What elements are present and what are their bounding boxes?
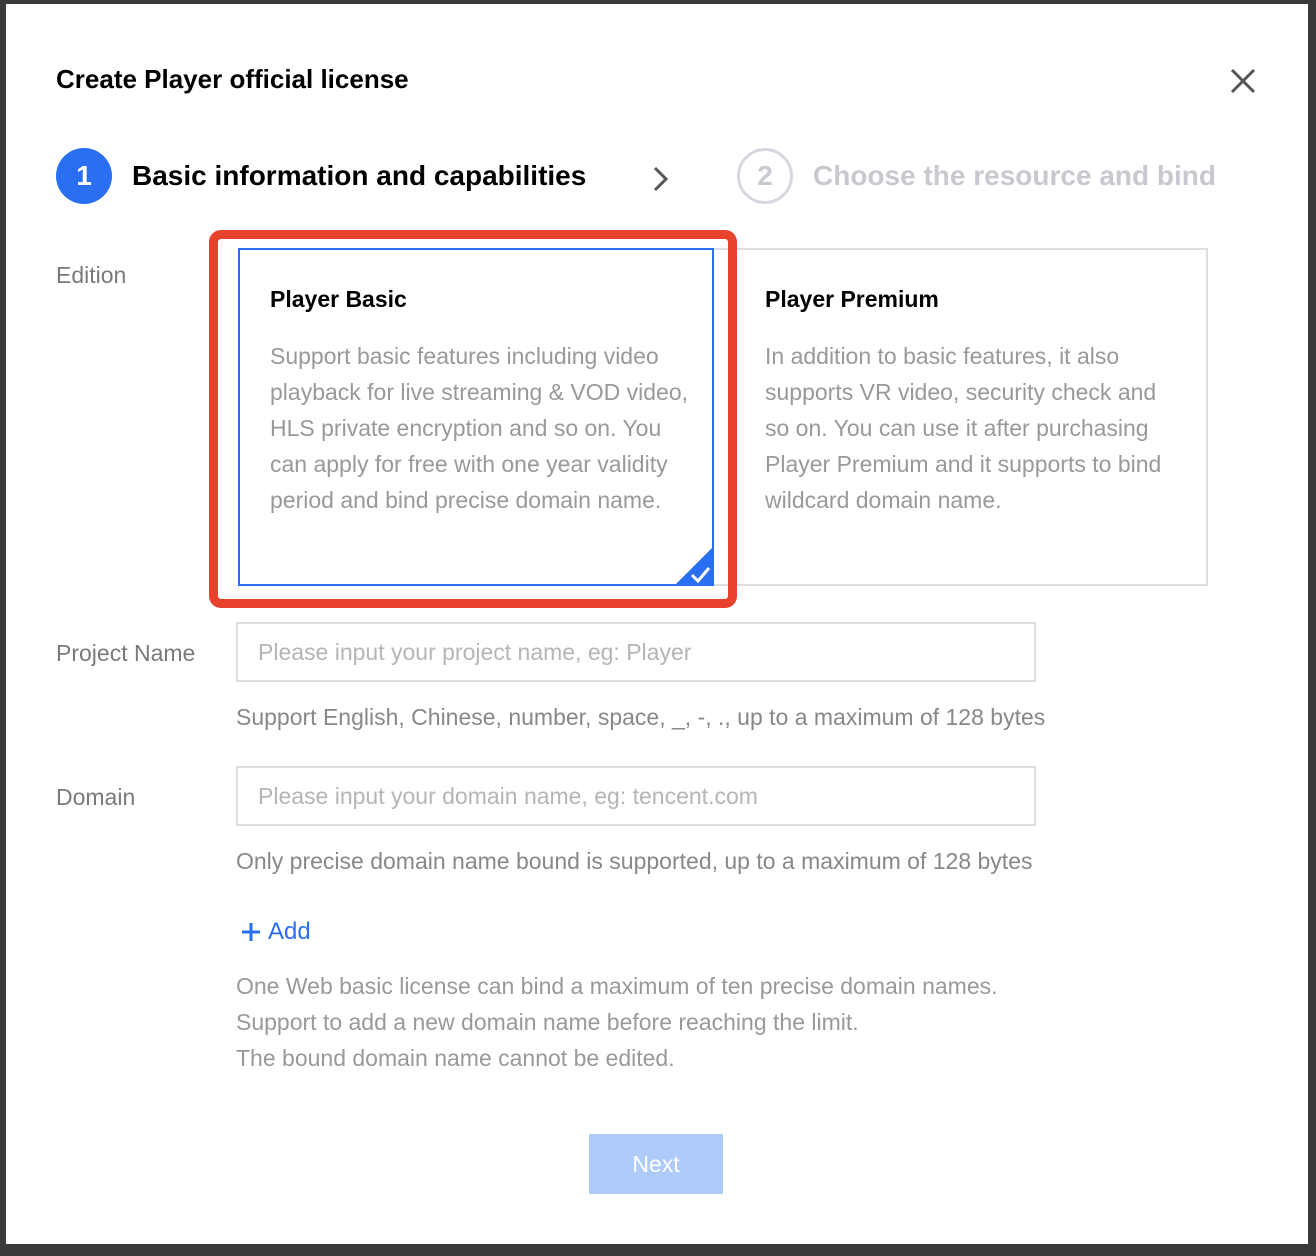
selected-check-icon <box>674 546 714 586</box>
domain-hint: Only precise domain name bound is suppor… <box>236 848 1033 874</box>
add-domain-button[interactable]: Add <box>240 918 311 946</box>
plus-icon <box>242 923 260 941</box>
edition-card-title: Player Premium <box>765 286 939 312</box>
next-button[interactable]: Next <box>589 1134 723 1194</box>
add-domain-label: Add <box>268 918 311 945</box>
step-2-label: Choose the resource and bind <box>813 160 1216 191</box>
project-name-hint: Support English, Chinese, number, space,… <box>236 704 1046 730</box>
edition-label: Edition <box>56 262 127 288</box>
close-icon[interactable] <box>1228 66 1258 96</box>
step-1-number: 1 <box>56 148 112 204</box>
domain-note: Support to add a new domain name before … <box>236 1009 859 1035</box>
project-name-label: Project Name <box>56 640 196 666</box>
domain-note: The bound domain name cannot be edited. <box>236 1045 675 1071</box>
domain-notes: One Web basic license can bind a maximum… <box>236 968 998 1076</box>
edition-card-description: Support basic features including video p… <box>270 343 689 513</box>
domain-label: Domain <box>56 784 136 810</box>
license-dialog: Create Player official license 1 Basic i… <box>6 4 1308 1244</box>
chevron-right-icon <box>653 166 669 192</box>
domain-note: One Web basic license can bind a maximum… <box>236 973 998 999</box>
step-1-label: Basic information and capabilities <box>132 160 587 191</box>
dialog-title: Create Player official license <box>56 64 409 94</box>
edition-card-basic[interactable]: Player Basic Support basic features incl… <box>238 248 714 586</box>
edition-card-title: Player Basic <box>270 286 407 312</box>
domain-input[interactable] <box>236 766 1036 826</box>
project-name-input[interactable] <box>236 622 1036 682</box>
edition-card-description: In addition to basic features, it also s… <box>765 343 1162 513</box>
edition-card-premium[interactable]: Player Premium In addition to basic feat… <box>714 248 1208 586</box>
step-2-number: 2 <box>737 148 793 204</box>
